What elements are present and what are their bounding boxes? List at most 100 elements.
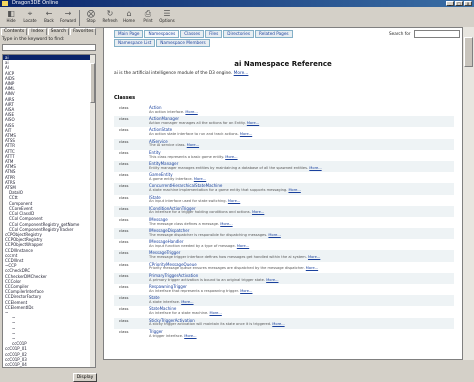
index-list[interactable]: ai ai AI AICP AIDS AINP AIML AINV AIRS AIRT AISA AI… — [2, 54, 96, 368]
tab-search[interactable]: Search — [47, 28, 70, 35]
class-more-link[interactable]: More... — [225, 155, 237, 159]
class-more-link[interactable]: More... — [240, 132, 252, 136]
class-description: A sticky trigger activation will maintai… — [149, 322, 285, 326]
toolbar-stop-button[interactable]: ⨂ Stop — [82, 8, 100, 26]
more-link[interactable]: More... — [234, 71, 249, 76]
document-pane: Main Page Namespaces Classes Files Directori… — [103, 27, 463, 360]
doc-tab-directories[interactable]: Directories — [223, 30, 255, 38]
class-keyword: class — [119, 160, 129, 166]
class-more-link[interactable]: More... — [266, 278, 278, 282]
class-more-link[interactable]: More... — [187, 143, 199, 147]
class-description: Priority message queue ensures messages … — [149, 266, 318, 270]
class-more-link[interactable]: More... — [237, 244, 249, 248]
search-label: Search for — [389, 31, 411, 36]
class-description-text: Entity manager manages entities by maint… — [149, 165, 309, 170]
keyword-input[interactable] — [2, 44, 96, 51]
class-more-link[interactable]: More... — [228, 199, 240, 203]
toolbar-button-label: Home — [123, 18, 135, 23]
doc-search-input[interactable] — [414, 30, 460, 38]
toolbar-locate-button[interactable]: ⌖ Locate — [21, 8, 39, 26]
class-description-text: A state interface. — [149, 299, 181, 304]
class-more-link[interactable]: More... — [306, 266, 318, 270]
class-row: class GameEntity A game entity interface. … — [114, 172, 454, 183]
class-more-link[interactable]: More... — [252, 210, 264, 214]
toolbar-button-label: Refresh — [102, 18, 118, 23]
class-more-link[interactable]: More... — [209, 311, 221, 315]
class-description-text: The message dispatcher is responsible fo… — [149, 232, 268, 237]
tab-favorites[interactable]: Favorites — [70, 28, 97, 35]
class-more-link[interactable]: More... — [184, 334, 196, 338]
class-more-link[interactable]: More... — [288, 188, 300, 192]
document-scroll-thumb[interactable] — [464, 37, 473, 67]
class-description-text: An action state interface to run and tra… — [149, 132, 239, 137]
class-keyword: class — [119, 295, 129, 301]
index-item[interactable]: ccC01P_05 — [3, 367, 95, 368]
class-description: The message class defines a message. Mor… — [149, 222, 233, 226]
class-description-text: An input function needed by a type of me… — [149, 244, 236, 249]
class-row: class Action An action interface. More... — [114, 105, 454, 116]
tab-index[interactable]: Index — [28, 28, 47, 35]
class-row: class StickyTriggerActivation A sticky tri… — [114, 317, 454, 329]
navigation-pane: Contents Index Search Favorites Type in … — [0, 27, 100, 382]
document-scrollbar[interactable] — [463, 27, 474, 360]
class-more-link[interactable]: More... — [220, 222, 232, 226]
tab-contents[interactable]: Contents — [1, 28, 28, 35]
toolbar-hide-button[interactable]: ◧ Hide — [2, 8, 20, 26]
class-description-text: An input interface used for state switch… — [149, 199, 227, 204]
classes-table: class Action An action interface. More... c… — [114, 105, 454, 340]
class-description: A primary trigger activation is bound to… — [149, 278, 278, 282]
class-more-link[interactable]: More... — [309, 166, 321, 170]
doc-tab-files[interactable]: Files — [205, 30, 223, 38]
toolbar-forward-button[interactable]: → Forward — [59, 8, 77, 26]
display-button[interactable]: Display — [73, 373, 97, 382]
class-keyword: class — [119, 306, 129, 312]
toolbar-button-label: Forward — [59, 18, 77, 23]
class-keyword: class — [119, 116, 129, 122]
class-more-link[interactable]: More... — [308, 255, 320, 259]
class-description: A state interface. More... — [149, 300, 194, 304]
class-description-text: Priority message queue ensures messages … — [149, 266, 305, 271]
minimize-button[interactable]: _ — [446, 1, 454, 6]
class-description: An interface for a state machine. More..… — [149, 311, 222, 315]
class-more-link[interactable]: More... — [272, 322, 284, 326]
maximize-button[interactable]: □ — [455, 1, 463, 6]
class-row: class Trigger A trigger interface. More... — [114, 329, 454, 340]
app-icon — [2, 1, 8, 6]
class-description-text: An interface for a state machine. — [149, 311, 209, 316]
class-row: class ActionState An action state interfac… — [114, 127, 454, 138]
toolbar-refresh-button[interactable]: ↻ Refresh — [101, 8, 119, 26]
doc-tab-related-pages[interactable]: Related Pages — [255, 30, 293, 38]
doc-subtab-namespace-list[interactable]: Namespace List — [114, 39, 156, 47]
class-description-text: An action interface. — [149, 109, 185, 114]
index-scrollbar[interactable] — [90, 55, 95, 367]
toolbar-options-button[interactable]: ☰ Options — [158, 8, 176, 26]
toolbar-home-button[interactable]: ⌂ Home — [120, 8, 138, 26]
class-more-link[interactable]: More... — [247, 121, 259, 125]
doc-tab-main-page[interactable]: Main Page — [114, 30, 144, 38]
class-description: This class represents a basic game entit… — [149, 155, 238, 159]
close-button[interactable]: x — [464, 1, 472, 6]
scroll-thumb[interactable] — [90, 63, 95, 103]
doc-tab-namespaces[interactable]: Namespaces — [144, 30, 180, 38]
class-keyword: class — [119, 105, 129, 110]
class-description-text: This class represents a basic game entit… — [149, 154, 225, 159]
class-more-link[interactable]: More... — [268, 233, 280, 237]
toolbar-back-button[interactable]: ← Back — [40, 8, 58, 26]
doc-subtab-namespace-members[interactable]: Namespace Members — [156, 39, 210, 47]
class-more-link[interactable]: More... — [181, 300, 193, 304]
class-more-link[interactable]: More... — [240, 289, 252, 293]
class-keyword: class — [119, 183, 129, 189]
class-row: class PrimaryTriggerActivation A primary t… — [114, 272, 454, 284]
class-more-link[interactable]: More... — [185, 110, 197, 114]
toolbar-separator — [79, 10, 80, 26]
class-description: An input function needed by a type of me… — [149, 244, 249, 248]
nav-tabs: Contents Index Search Favorites — [1, 28, 97, 35]
print-icon: ⎙ — [144, 9, 152, 18]
class-description-text: The message class defines a message. — [149, 221, 220, 226]
toolbar-print-button[interactable]: ⎙ Print — [139, 8, 157, 26]
stop-icon: ⨂ — [87, 9, 95, 18]
class-description: An interface for a trigger holding condi… — [149, 210, 264, 214]
class-row: class State A state interface. More... — [114, 295, 454, 307]
doc-tab-classes[interactable]: Classes — [180, 30, 205, 38]
class-more-link[interactable]: More... — [194, 177, 206, 181]
